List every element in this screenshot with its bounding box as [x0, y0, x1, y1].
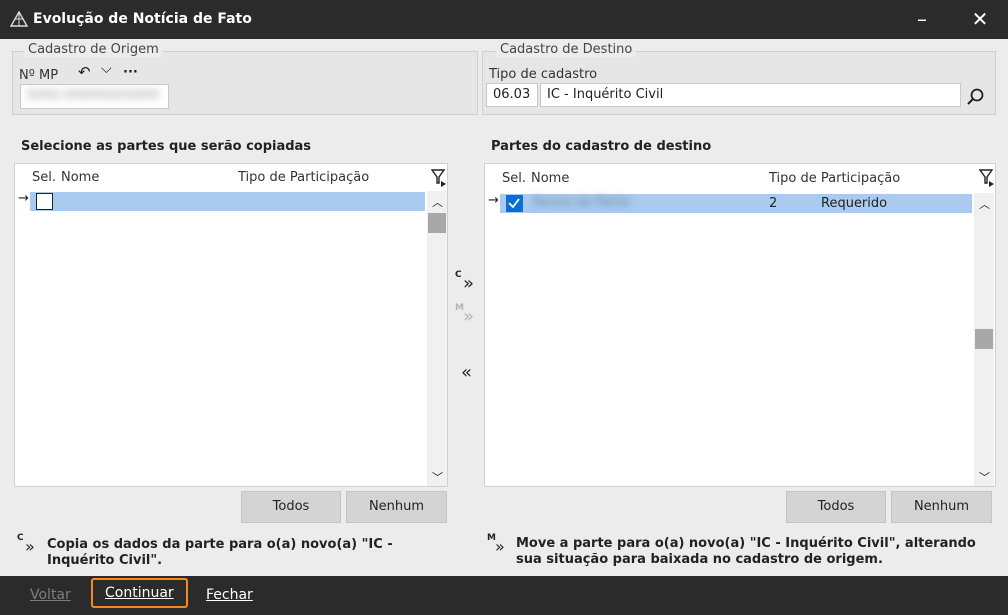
right-col-tipo[interactable]: Tipo de Participação	[769, 171, 900, 186]
tipo-code-input[interactable]: 06.03	[486, 83, 538, 107]
scroll-up-icon[interactable]: ︿	[432, 194, 443, 210]
close-icon: ✕	[971, 7, 989, 31]
right-row-nome: Nome da Parte	[533, 195, 630, 210]
left-scroll-thumb[interactable]	[428, 213, 446, 233]
note-move-icon: »	[495, 537, 505, 556]
remove-part-button[interactable]: «	[458, 362, 480, 386]
checkmark-icon	[508, 198, 520, 209]
right-col-sel[interactable]: Sel.	[502, 171, 526, 186]
row-indicator-icon: →	[488, 193, 499, 208]
footer-bar: Voltar Continuar Fechar	[0, 576, 1008, 615]
more-icon[interactable]: ···	[123, 65, 138, 80]
mp-number-value: 0000.0000000/0000	[27, 88, 160, 103]
mp-label: Nº MP	[19, 68, 59, 83]
window-title: Evolução de Notícia de Fato	[33, 11, 252, 27]
left-row-checkbox[interactable]	[36, 193, 53, 210]
right-nenhum-button[interactable]: Nenhum	[891, 491, 992, 523]
left-col-nome[interactable]: Nome	[61, 170, 99, 185]
tipo-desc-input[interactable]: IC - Inquérito Civil	[540, 83, 961, 107]
left-todos-button[interactable]: Todos	[241, 491, 341, 523]
right-scroll-thumb[interactable]	[975, 329, 993, 349]
right-filter-icon[interactable]	[979, 168, 995, 188]
tipo-cadastro-label: Tipo de cadastro	[489, 67, 598, 82]
title-bar: Evolução de Notícia de Fato – ✕	[0, 0, 1008, 39]
right-row-checkbox[interactable]	[506, 195, 523, 212]
continuar-button[interactable]: Continuar	[91, 578, 188, 608]
left-col-sel[interactable]: Sel.	[32, 170, 56, 185]
scroll-down-icon[interactable]: ﹀	[432, 469, 443, 485]
note-move-text: Move a parte para o(a) novo(a) "IC - Inq…	[516, 536, 976, 567]
left-nenhum-button[interactable]: Nenhum	[346, 491, 447, 523]
minimize-icon: –	[917, 7, 927, 31]
left-col-tipo[interactable]: Tipo de Participação	[238, 170, 369, 185]
voltar-label: Voltar	[30, 587, 71, 603]
voltar-button[interactable]: Voltar	[18, 582, 83, 608]
note-copy-text: Copia os dados da parte para o(a) novo(a…	[47, 537, 393, 568]
left-parts-grid: Sel. Nome Tipo de Participação → ︿ ﹀	[14, 163, 448, 487]
copy-part-button[interactable]: C »	[454, 270, 480, 297]
left-filter-icon[interactable]	[431, 168, 447, 188]
app-logo-icon	[10, 11, 28, 27]
continuar-label: Continuar	[105, 585, 174, 601]
double-chevron-left-icon: «	[461, 362, 473, 383]
note-copy-icon: »	[25, 537, 35, 556]
fechar-label: Fechar	[206, 587, 253, 603]
right-row-codigo: 2	[769, 196, 778, 211]
right-row-tipo: Requerido	[821, 196, 888, 211]
chevron-down-icon[interactable]: ⌵	[101, 61, 112, 77]
note-copy-letter: C	[17, 533, 24, 543]
left-panel-title: Selecione as partes que serão copiadas	[21, 139, 312, 154]
origem-legend: Cadastro de Origem	[24, 42, 163, 57]
fechar-button[interactable]: Fechar	[194, 582, 265, 608]
scroll-up-icon[interactable]: ︿	[979, 196, 990, 212]
mp-number-input[interactable]: 0000.0000000/0000	[20, 84, 169, 109]
right-parts-grid: Sel. Nome Tipo de Participação → Nome da…	[484, 163, 996, 487]
move-part-button[interactable]: M »	[454, 303, 480, 330]
right-scrollbar[interactable]: ︿ ﹀	[974, 193, 994, 486]
minimize-button[interactable]: –	[894, 0, 950, 39]
right-todos-button[interactable]: Todos	[786, 491, 886, 523]
table-row[interactable]	[30, 192, 425, 211]
close-window-button[interactable]: ✕	[952, 0, 1008, 39]
left-scrollbar[interactable]: ︿ ﹀	[427, 191, 447, 486]
destino-legend: Cadastro de Destino	[496, 42, 637, 57]
right-panel-title: Partes do cadastro de destino	[491, 139, 712, 154]
undo-icon[interactable]: ↶	[78, 63, 91, 81]
search-icon[interactable]	[966, 87, 986, 107]
row-indicator-icon: →	[18, 191, 29, 206]
copy-letter: C	[455, 270, 462, 280]
double-chevron-right-icon: »	[463, 273, 475, 294]
scroll-down-icon[interactable]: ﹀	[979, 469, 990, 485]
dialog-body: Cadastro de Origem Nº MP ↶ ⌵ ··· 0000.00…	[0, 39, 1008, 576]
right-col-nome[interactable]: Nome	[531, 171, 569, 186]
double-chevron-right-icon: »	[463, 306, 475, 327]
